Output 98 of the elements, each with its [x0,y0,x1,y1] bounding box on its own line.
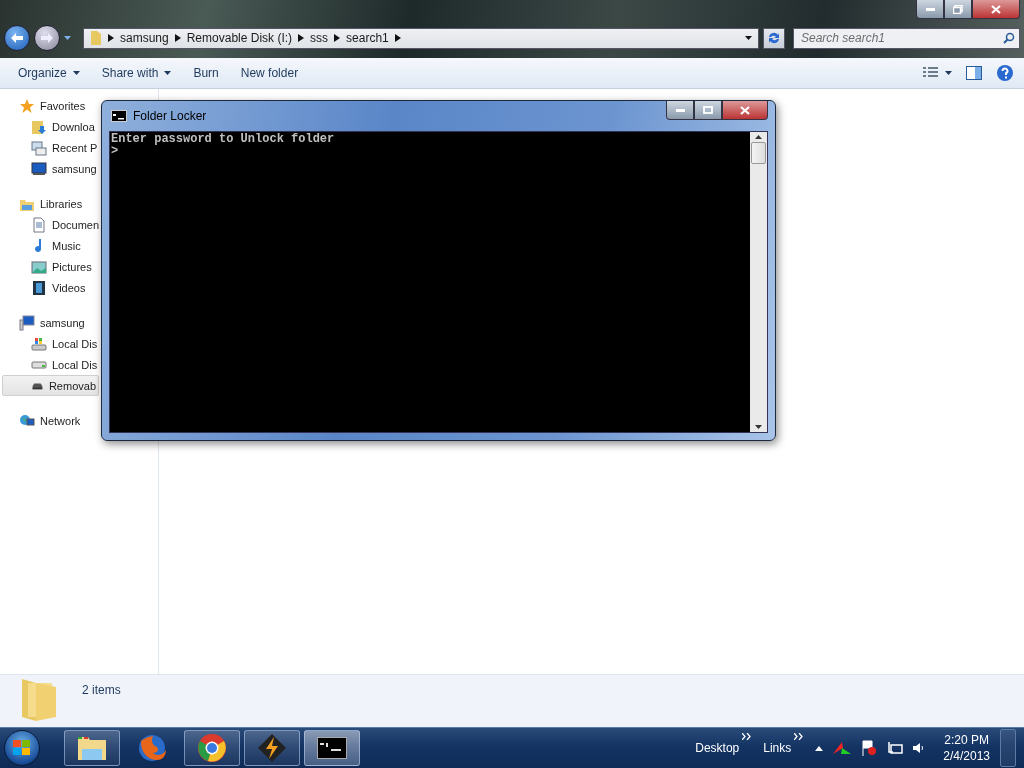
item-count: 2 items [82,683,121,697]
close-button[interactable] [722,101,768,120]
sidebar-item[interactable]: samsung [2,158,100,179]
network-icon [19,412,35,429]
maximize-button[interactable] [694,101,722,120]
command-prompt-icon [111,110,127,122]
chrome-icon [197,733,227,763]
scroll-thumb[interactable] [751,142,766,164]
fox-globe-icon [136,732,168,764]
system-drive-icon [31,335,47,352]
sidebar-group[interactable]: samsung [2,312,88,333]
folder-icon [90,30,102,46]
toolbar-label[interactable]: Links [763,741,792,755]
sidebar-item[interactable]: Videos [2,277,89,298]
sidebar-group[interactable]: Network [2,410,84,431]
breadcrumb[interactable]: samsung [120,31,169,45]
chevron-icon [108,34,114,42]
chevron-icon [298,34,305,42]
refresh-arrows-icon [767,31,781,45]
speaker-icon[interactable] [913,742,926,754]
caret-icon [72,71,80,75]
chevron-icon[interactable] [742,733,752,740]
film-icon [31,279,47,296]
sidebar-item[interactable]: Music [2,235,84,256]
star-icon [19,97,35,114]
taskbar-button[interactable] [244,730,300,766]
command-prompt-icon [317,737,347,759]
view-options-button[interactable] [923,67,952,79]
mountain-icon[interactable] [833,742,852,754]
breadcrumb[interactable]: sss [310,31,329,45]
sidebar-item[interactable]: Documen [2,214,103,235]
toolbar-label[interactable]: Desktop [695,741,740,755]
computer-icon [19,314,35,331]
console-line: > [111,145,119,157]
breadcrumb[interactable]: Removable Disk (I:) [186,31,293,45]
sidebar-item[interactable]: Recent P [2,137,101,158]
recent-places-icon [31,139,47,156]
search-field[interactable]: Search search1 [793,27,1020,49]
forward-arrow-icon [41,33,53,43]
help-icon[interactable] [996,64,1014,82]
minimize-button[interactable] [666,101,694,120]
address-bar[interactable]: samsung Removable Disk (I:) sss search1 [83,27,759,49]
window-title: Folder Locker [133,109,207,123]
taskbar-button[interactable] [64,730,120,766]
toolbar-button[interactable]: Organize [10,62,88,84]
start-button[interactable] [4,730,40,766]
toolbar-button[interactable]: Burn [185,62,227,84]
caret-icon [945,71,952,75]
minimize-button[interactable] [916,0,944,19]
restore-icon [953,4,963,14]
forward-button[interactable] [34,25,60,51]
caret-icon [64,36,71,40]
drive-icon [31,359,47,370]
sidebar-item[interactable]: Downloa [2,116,98,137]
close-icon [991,4,1001,14]
details-view-icon [923,67,939,79]
maximize-icon [703,106,713,114]
minimize-icon [925,7,935,11]
close-button[interactable] [972,0,1020,19]
minimize-icon [675,108,685,112]
sidebar-item[interactable]: Removab [2,375,99,396]
close-icon [740,105,750,115]
sidebar-group[interactable]: Libraries [2,193,86,214]
document-icon [31,216,47,233]
sidebar-item[interactable]: Local Dis [2,333,101,354]
chevron-icon [174,34,181,42]
back-arrow-icon [11,33,23,43]
back-button[interactable] [4,25,30,51]
sidebar-group[interactable]: Favorites [2,95,89,116]
monitor-icon [31,160,47,177]
search-icon [1003,31,1015,44]
sidebar-item[interactable]: Pictures [2,256,95,277]
scroll-up-icon[interactable] [755,135,762,139]
scroll-down-icon[interactable] [755,425,762,429]
flag-icon[interactable] [861,740,878,756]
caret-icon [164,71,172,75]
chevron-icon [334,34,341,42]
toolbar-button[interactable]: New folder [232,62,307,84]
console-line: Enter password to Unlock folder [111,133,335,145]
tray-arrow-icon[interactable] [815,745,824,751]
taskbar-button[interactable] [304,730,360,766]
show-desktop-button[interactable] [1000,729,1016,767]
chevron-icon [394,34,401,42]
download-folder-icon [31,118,47,135]
caret-icon [745,36,752,40]
refresh-button[interactable] [763,27,785,49]
breadcrumb[interactable]: search1 [346,31,389,45]
sidebar-item[interactable]: Local Dis [2,354,101,375]
network-icon[interactable] [887,740,904,756]
taskbar-button[interactable] [184,730,240,766]
picture-icon [31,258,47,275]
clock[interactable]: 2:20 PM 2/4/2013 [943,732,990,764]
toolbar-button[interactable]: Share with [93,62,180,84]
windows-logo-icon [13,740,31,756]
restore-button[interactable] [944,0,972,19]
lightning-icon [257,733,287,763]
chevron-icon[interactable] [794,733,804,740]
preview-pane-icon[interactable] [966,66,982,80]
